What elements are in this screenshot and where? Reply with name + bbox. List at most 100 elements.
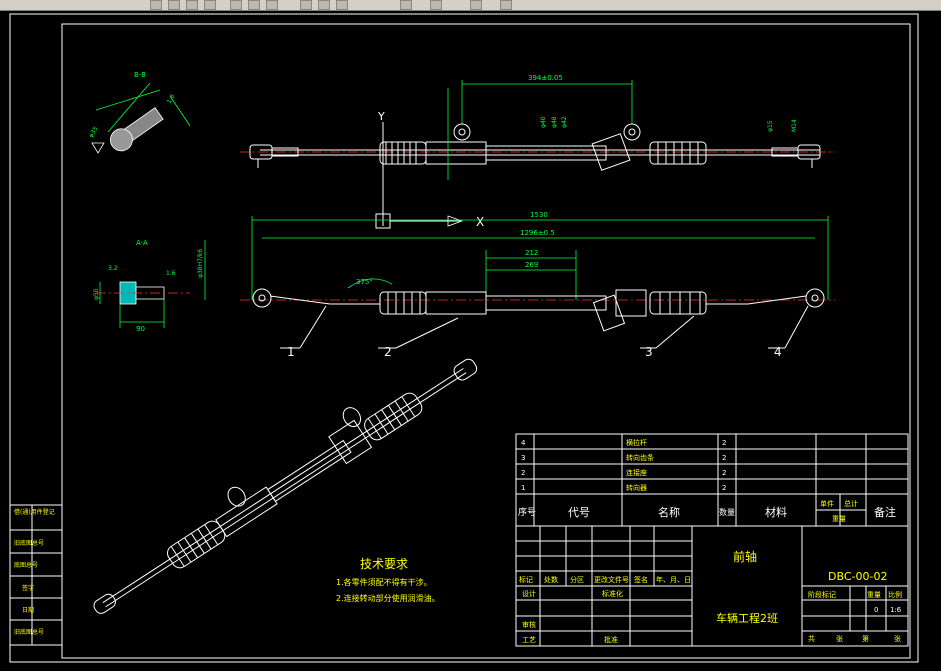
header-no: 序号 — [518, 506, 536, 518]
dim-aa-dia: φ50 — [93, 288, 100, 300]
dim-mid: φ42 — [561, 116, 568, 128]
scale-value: 1:6 — [890, 606, 902, 614]
row-qty: 2 — [722, 454, 726, 462]
section-bb-title: B-B — [134, 71, 146, 79]
front-view: 1530 1296±0.5 212 269 375° 1 2 3 4 — [240, 211, 835, 359]
scale-label: 比例 — [888, 590, 902, 599]
row-qty: 2 — [722, 484, 726, 492]
row-no: 3 — [521, 454, 525, 462]
callout-4: 4 — [774, 345, 782, 359]
row-name: 横拉杆 — [626, 438, 647, 447]
axis-y-label: Y — [377, 110, 385, 123]
drawing-number: DBC-00-02 — [828, 570, 887, 583]
cad-toolbar — [0, 0, 941, 11]
dim-side1: φ40 — [540, 116, 547, 128]
dim-span: 1296±0.5 — [520, 229, 555, 237]
section-bb-view: B-B φ35 1.6 — [88, 71, 191, 154]
section-aa-title: A-A — [136, 239, 148, 247]
angle-label: 375° — [356, 278, 373, 286]
row-no: 2 — [521, 469, 525, 477]
strip-label: 借(通)用件登记 — [14, 508, 55, 516]
rev-header: 年、月、日 — [656, 575, 691, 584]
rev-header: 分区 — [570, 575, 584, 584]
toolbar-button[interactable] — [230, 0, 242, 10]
header-material: 材料 — [765, 505, 787, 519]
rev-header: 更改文件号 — [594, 575, 629, 584]
header-total-weight: 总计 — [844, 499, 858, 508]
role-process: 工艺 — [522, 636, 536, 644]
toolbar-button[interactable] — [186, 0, 198, 10]
row-name: 转向齿条 — [626, 453, 654, 462]
toolbar-button[interactable] — [400, 0, 412, 10]
toolbar-button[interactable] — [150, 0, 162, 10]
role-review: 审核 — [522, 620, 536, 629]
callout-3: 3 — [645, 345, 653, 359]
row-qty: 2 — [722, 469, 726, 477]
strip-label: 旧底图总号 — [14, 539, 44, 547]
header-code: 代号 — [568, 506, 590, 519]
toolbar-button[interactable] — [318, 0, 330, 10]
dim-total: 1530 — [530, 211, 548, 219]
toolbar-button[interactable] — [300, 0, 312, 10]
parts-row: 4 横拉杆 2 — [521, 438, 726, 447]
dim-side2: φ48 — [551, 116, 558, 128]
row-qty: 2 — [722, 439, 726, 447]
drawing-canvas[interactable]: 借(通)用件登记 旧底图总号 底图总号 签字 日期 旧底图总号 B-B φ35 … — [0, 11, 941, 671]
dim-right: M14 — [791, 119, 798, 132]
school-name: 车辆工程2班 — [716, 611, 778, 625]
row-no: 4 — [521, 439, 526, 447]
dim-aa-h: 3.2 — [108, 265, 118, 272]
tech-req-title: 技术要求 — [360, 557, 408, 571]
dim-top: 394±0.05 — [528, 74, 563, 82]
dim-r2: φ15 — [767, 120, 774, 132]
header-name: 名称 — [658, 505, 680, 519]
toolbar-button[interactable] — [168, 0, 180, 10]
dim-aa-len: 90 — [136, 325, 145, 333]
dim-aa-side: φ38H7/k6 — [197, 249, 204, 278]
role-approve: 批准 — [604, 635, 618, 644]
section-aa-view: A-A 90 φ50 3.2 1.6 φ38H7/k6 — [93, 239, 206, 333]
toolbar-button[interactable] — [336, 0, 348, 10]
header-remark: 备注 — [874, 505, 896, 519]
toolbar-button[interactable] — [248, 0, 260, 10]
sheets-label: 第 — [862, 634, 869, 643]
dim-212: 212 — [525, 249, 538, 257]
sheets-label: 共 — [808, 634, 815, 643]
rev-header: 签名 — [634, 575, 648, 584]
row-no: 1 — [521, 484, 525, 492]
role-design: 设计 — [522, 589, 536, 598]
bellows-right — [649, 141, 707, 165]
dim-aa-r: 1.6 — [166, 270, 176, 277]
stage-label: 阶段标记 — [808, 590, 836, 599]
header-unit-weight: 单件 — [820, 499, 834, 508]
dim-269: 269 — [525, 261, 538, 269]
toolbar-button[interactable] — [500, 0, 512, 10]
header-qty: 数量 — [719, 507, 735, 517]
strip-label: 旧底图总号 — [14, 628, 44, 636]
row-name: 连接座 — [626, 468, 647, 477]
callout-1: 1 — [287, 345, 295, 359]
parts-list: 4 横拉杆 2 3 转向齿条 2 2 连接座 2 1 转向器 2 序号 代号 名… — [515, 433, 909, 527]
toolbar-button[interactable] — [204, 0, 216, 10]
strip-label: 日期 — [22, 606, 34, 614]
axis-x-label: X — [476, 215, 484, 229]
parts-row: 2 连接座 2 — [521, 468, 726, 477]
toolbar-button[interactable] — [470, 0, 482, 10]
strip-label: 签字 — [22, 584, 34, 592]
part-name: 前轴 — [733, 549, 757, 564]
toolbar-button[interactable] — [430, 0, 442, 10]
toolbar-button[interactable] — [266, 0, 278, 10]
parts-row: 3 转向齿条 2 — [521, 453, 726, 462]
title-block: 前轴 DBC-00-02 车辆工程2班 标记 处数 分区 更改文件号 签名 年、… — [515, 525, 909, 647]
dim-bb-dia: φ35 — [88, 125, 100, 139]
sheets-label: 张 — [836, 634, 843, 643]
tech-req-item: 2.连接转动部分使用润滑油。 — [336, 593, 440, 603]
tech-req-item: 1.各零件须配不得有干涉。 — [336, 577, 432, 587]
left-strip: 借(通)用件登记 旧底图总号 底图总号 签字 日期 旧底图总号 — [9, 504, 63, 646]
rev-header: 标记 — [519, 575, 533, 584]
weight-label: 重量 — [867, 591, 881, 599]
header-weight: 重量 — [832, 515, 846, 523]
role-standard: 标准化 — [602, 589, 623, 598]
callout-2: 2 — [384, 345, 392, 359]
row-name: 转向器 — [626, 483, 647, 492]
